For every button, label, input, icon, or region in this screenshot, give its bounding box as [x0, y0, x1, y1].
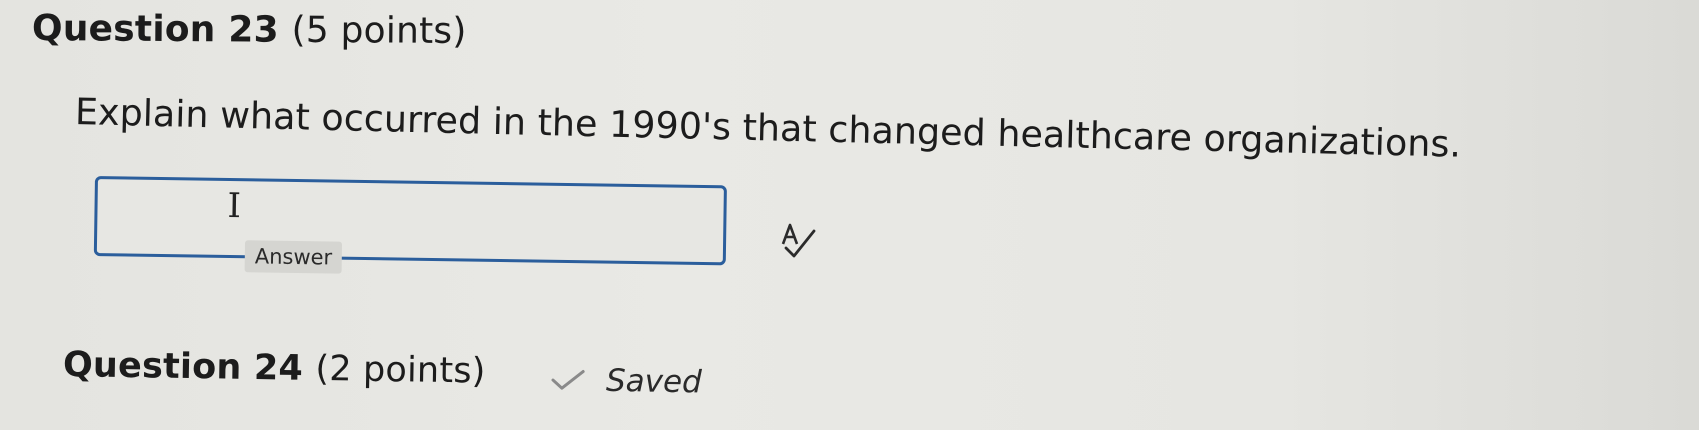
text-cursor-icon: I — [227, 185, 242, 227]
answer-label: Answer — [244, 240, 343, 274]
saved-status-text: Saved — [605, 362, 703, 401]
checkmark-icon — [551, 370, 585, 390]
question-23-prompt: Explain what occurred in the 1990's that… — [74, 90, 1462, 166]
question-24-title: Question 24 (2 points) — [63, 345, 486, 392]
spellcheck-icon[interactable] — [780, 222, 820, 262]
question-23-number: Question 23 — [31, 8, 279, 51]
answer-input[interactable]: I Answer — [93, 176, 727, 274]
saved-status: Saved — [550, 362, 702, 400]
question-23-points: (5 points) — [291, 9, 467, 53]
question-24-number: Question 24 — [62, 345, 304, 389]
question-24-points: (2 points) — [315, 348, 486, 392]
question-23-title: Question 23 (5 points) — [32, 8, 467, 52]
